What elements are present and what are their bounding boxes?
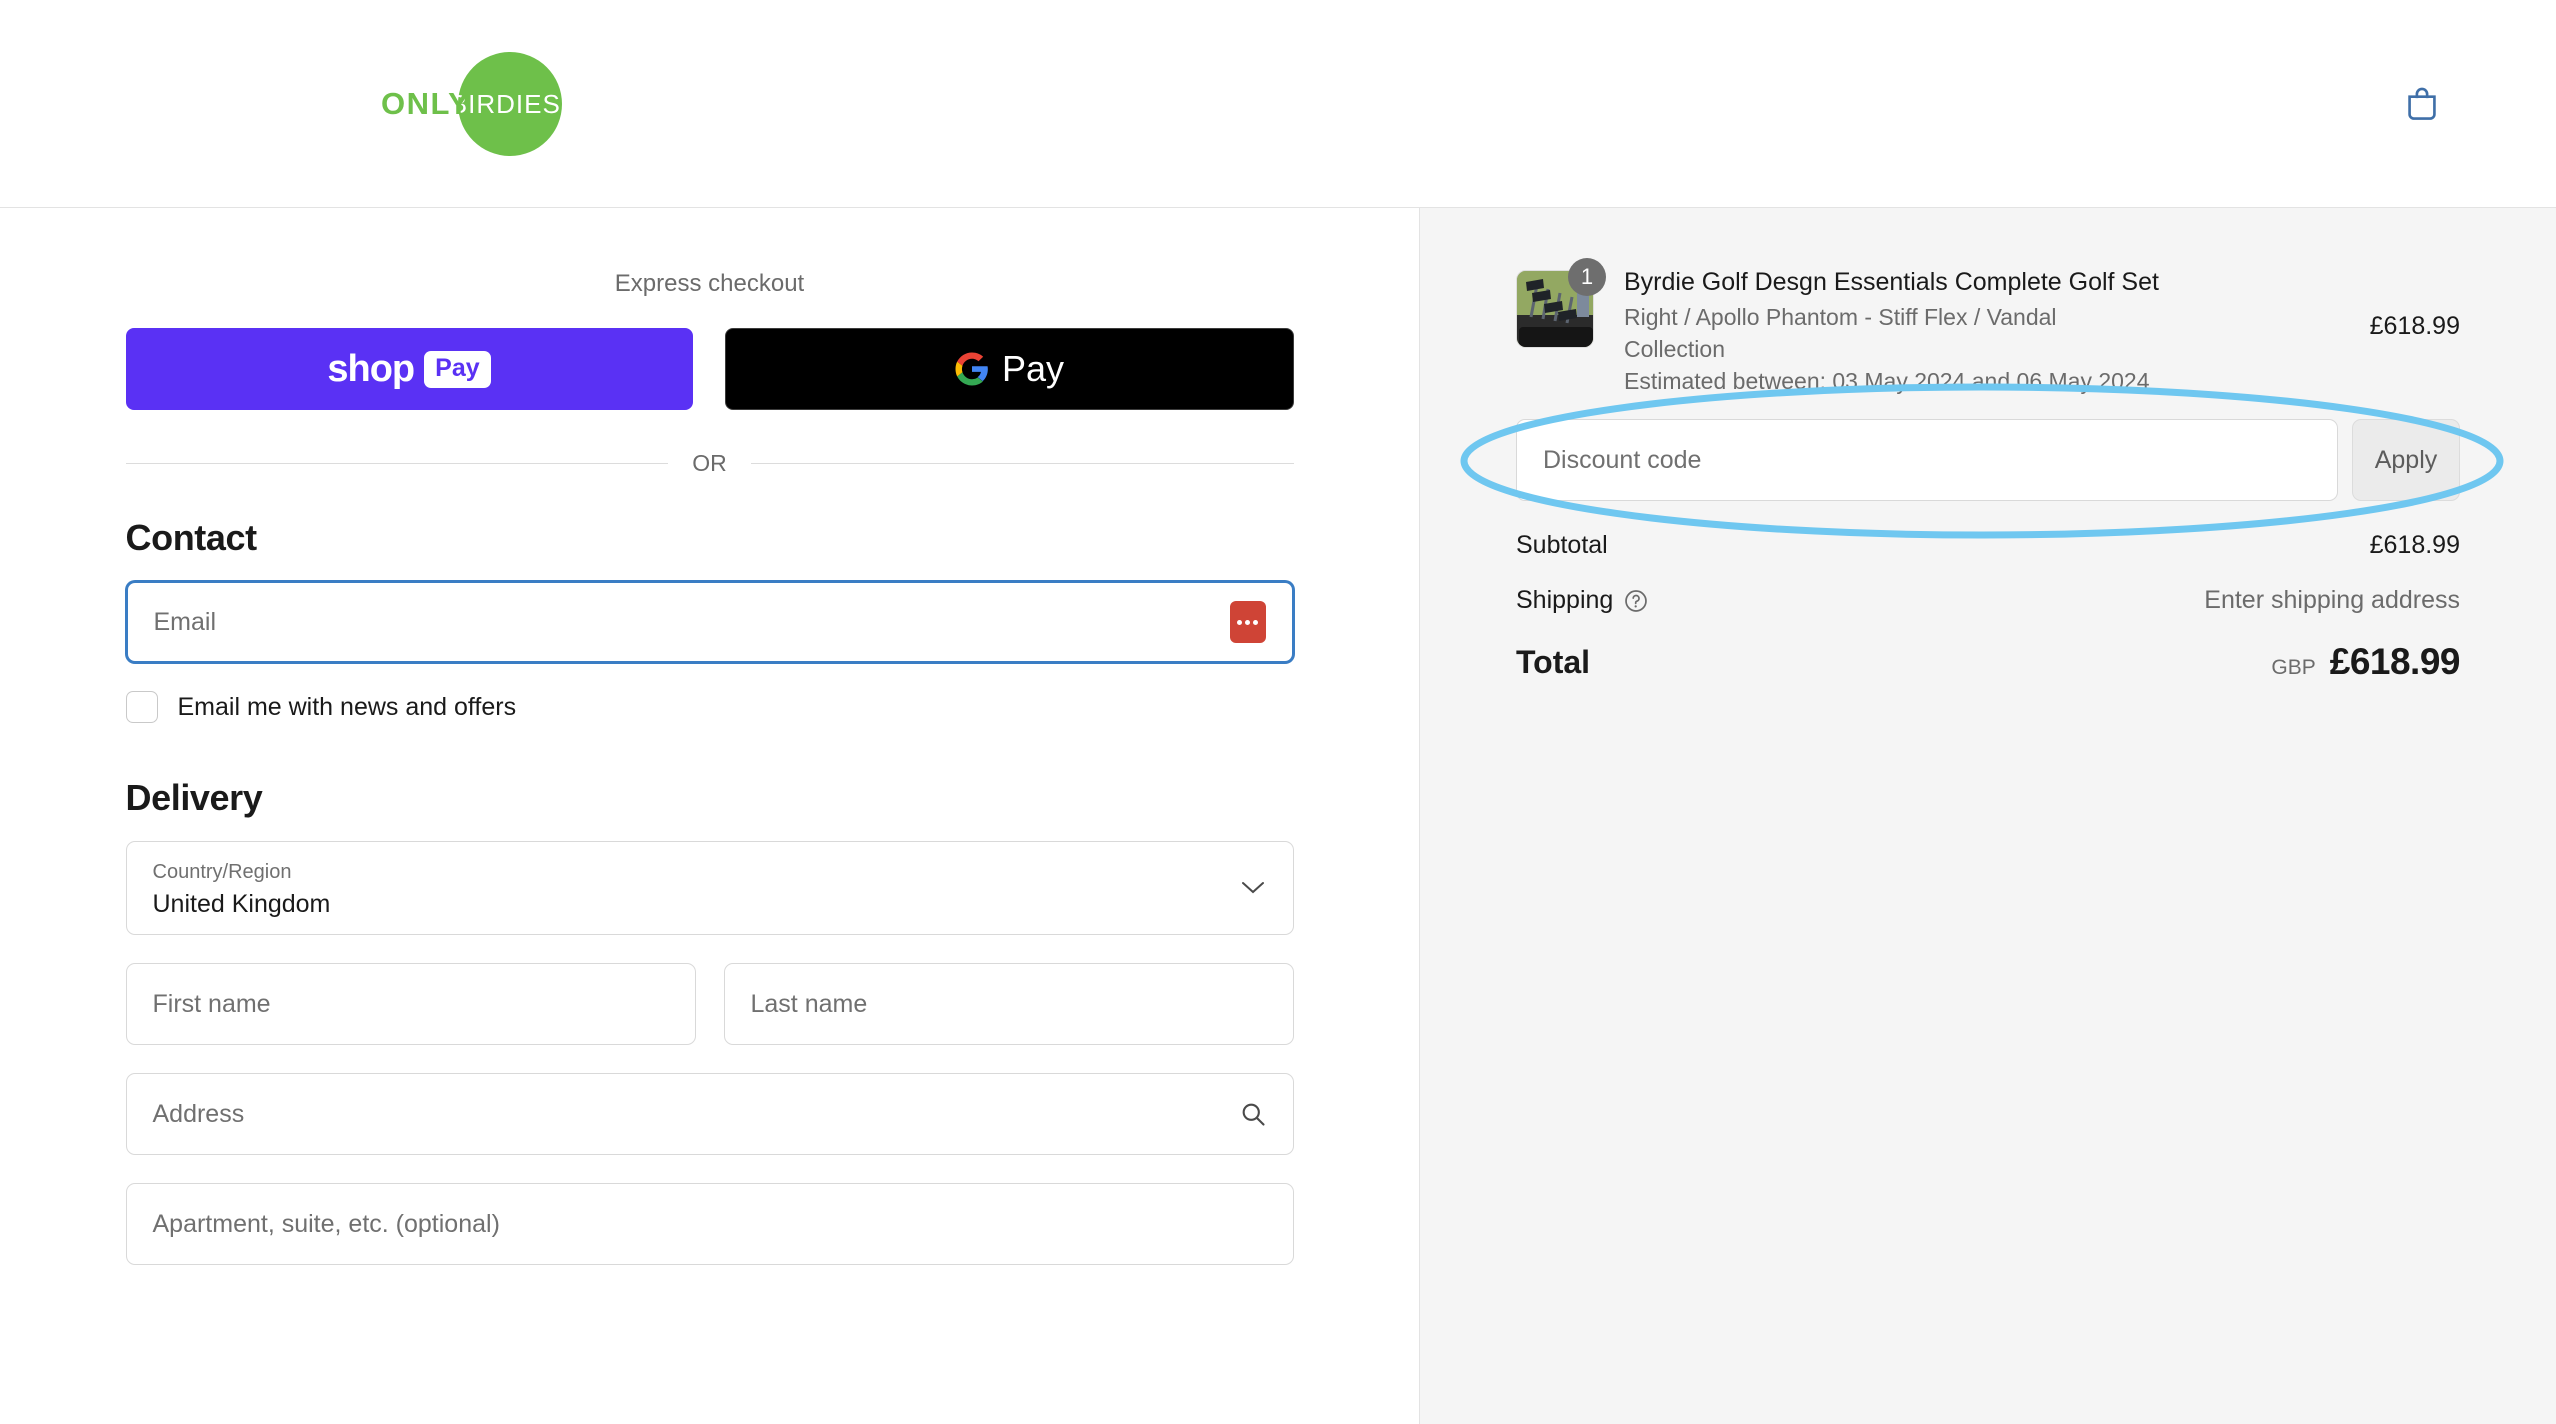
google-pay-logo: Pay	[954, 348, 1064, 390]
shop-pay-logo: shop Pay	[327, 347, 491, 391]
quantity-badge: 1	[1568, 258, 1606, 296]
country-region-label: Country/Region	[152, 861, 292, 883]
country-region-select[interactable]: Country/Region United Kingdom	[125, 841, 1294, 935]
logo-circle: BIRDIES	[450, 52, 580, 156]
shipping-row: Shipping Enter shipping address	[1516, 586, 2460, 615]
shipping-label-wrap: Shipping	[1516, 586, 1649, 615]
apartment-placeholder: Apartment, suite, etc. (optional)	[152, 1209, 500, 1238]
shipping-label: Shipping	[1516, 586, 1614, 615]
address-search-icon-wrap[interactable]	[1239, 1100, 1267, 1128]
shipping-value: Enter shipping address	[2204, 586, 2460, 615]
newsletter-checkbox[interactable]	[125, 691, 158, 723]
autofill-icon-wrap[interactable]	[1229, 601, 1266, 643]
express-checkout-buttons: shop Pay Pay	[125, 328, 1294, 410]
google-pay-word: Pay	[1001, 348, 1065, 389]
country-region-value: United Kingdom	[152, 890, 331, 918]
discount-code-input[interactable]: Discount code	[1516, 419, 2338, 502]
golf-flag-icon	[563, 66, 580, 110]
divider-line-left	[125, 463, 669, 464]
store-logo[interactable]: ONLY BIRDIES	[381, 52, 580, 156]
google-pay-button[interactable]: Pay	[724, 328, 1294, 410]
product-title: Byrdie Golf Desgn Essentials Complete Go…	[1624, 268, 2159, 296]
checkout-body: Express checkout shop Pay Pay OR Contact…	[0, 208, 2556, 1424]
divider-line-right	[750, 463, 1294, 464]
product-price: £618.99	[2369, 312, 2460, 340]
shop-pay-word: shop	[327, 347, 415, 390]
address-field[interactable]: Address	[125, 1073, 1294, 1155]
product-thumbnail-wrap: 1	[1516, 258, 1606, 348]
subtotal-value: £618.99	[2369, 531, 2460, 560]
express-checkout-label: Express checkout	[614, 270, 805, 297]
shop-pay-badge: Pay	[424, 350, 491, 388]
total-label: Total	[1516, 643, 1591, 680]
newsletter-row[interactable]: Email me with news and offers	[125, 691, 1294, 723]
site-header: ONLY BIRDIES	[0, 0, 2556, 208]
order-line-item: 1 Byrdie Golf Desgn Essentials Complete …	[1516, 258, 2460, 397]
google-g-icon	[955, 352, 988, 386]
address-placeholder: Address	[152, 1099, 245, 1128]
shopping-bag-icon	[2408, 87, 2436, 120]
shop-pay-button[interactable]: shop Pay	[125, 328, 693, 410]
apply-discount-button[interactable]: Apply	[2352, 419, 2460, 502]
order-summary-column: 1 Byrdie Golf Desgn Essentials Complete …	[1420, 208, 2556, 1424]
search-icon	[1242, 1103, 1265, 1126]
email-placeholder: Email	[153, 607, 217, 636]
or-text: OR	[692, 450, 727, 476]
total-currency: GBP	[2271, 656, 2316, 680]
total-value-wrap: GBP £618.99	[2271, 641, 2460, 683]
product-info: Byrdie Golf Desgn Essentials Complete Go…	[1624, 264, 2340, 397]
password-manager-dots-icon[interactable]	[1229, 601, 1266, 643]
discount-code-row: Discount code Apply	[1460, 383, 2504, 539]
subtotal-row: Subtotal £618.99	[1516, 531, 2460, 560]
email-field[interactable]: Email	[125, 581, 1294, 663]
newsletter-label: Email me with news and offers	[177, 692, 517, 721]
name-fields-row: First name Last name	[125, 963, 1294, 1073]
total-row: Total GBP £618.99	[1516, 641, 2461, 683]
apartment-field[interactable]: Apartment, suite, etc. (optional)	[125, 1183, 1294, 1265]
discount-code-placeholder: Discount code	[1543, 445, 1702, 474]
help-circle-icon[interactable]	[1623, 588, 1649, 614]
product-variant: Right / Apollo Phantom - Stiff Flex / Va…	[1624, 304, 2057, 362]
or-divider: OR	[125, 450, 1294, 477]
chevron-down-icon	[1241, 882, 1264, 894]
product-eta: Estimated between: 03 May 2024 and 06 Ma…	[1624, 367, 2150, 394]
checkout-form-column: Express checkout shop Pay Pay OR Contact…	[0, 208, 1420, 1424]
contact-heading: Contact	[125, 517, 258, 558]
last-name-placeholder: Last name	[750, 989, 868, 1018]
first-name-field[interactable]: First name	[125, 963, 696, 1045]
total-amount: £618.99	[2329, 641, 2461, 683]
first-name-placeholder: First name	[152, 989, 271, 1018]
last-name-field[interactable]: Last name	[723, 963, 1294, 1045]
subtotal-label: Subtotal	[1516, 531, 1608, 560]
cart-button[interactable]	[2396, 78, 2448, 130]
logo-only-text: ONLY	[381, 86, 471, 121]
delivery-heading: Delivery	[125, 777, 263, 818]
